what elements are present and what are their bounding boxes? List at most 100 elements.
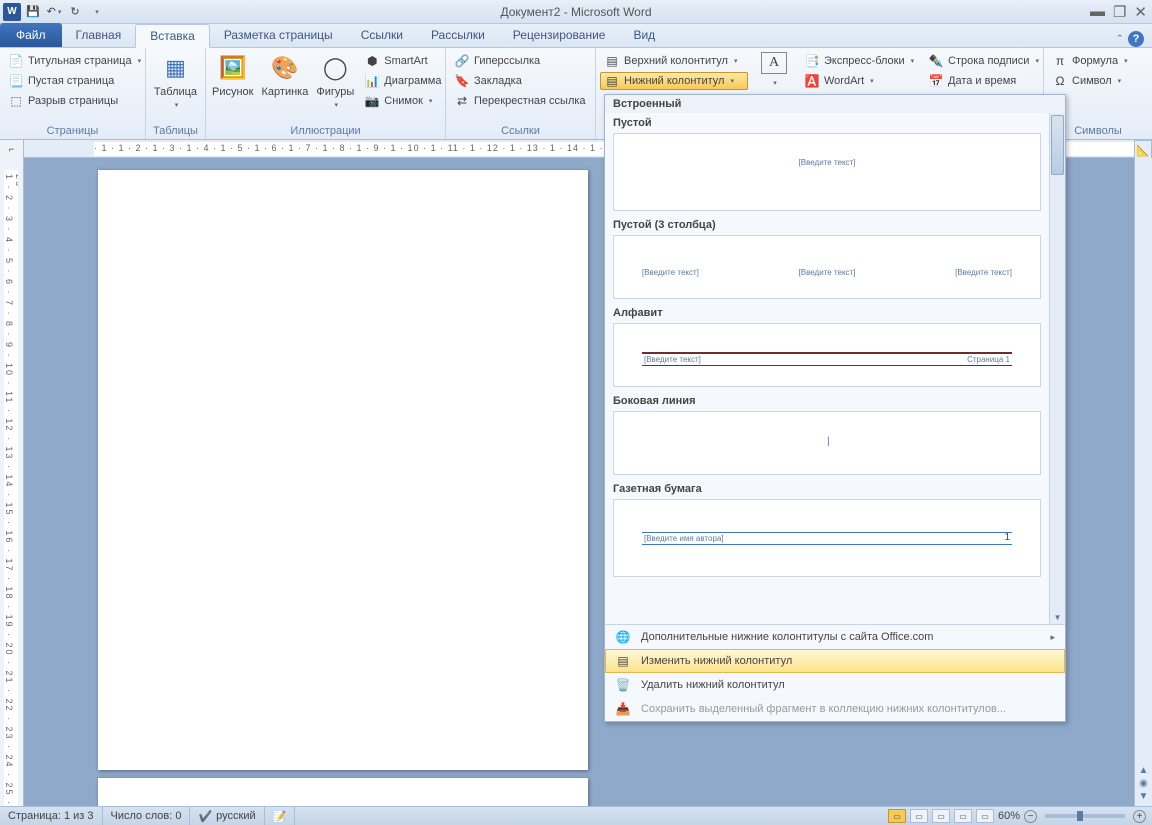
header-icon: ▤	[604, 53, 620, 69]
wordart-button[interactable]: 🅰️WordArt▾	[800, 72, 918, 90]
tab-view[interactable]: Вид	[619, 23, 669, 47]
screenshot-button[interactable]: 📷Снимок▾	[360, 92, 445, 110]
crossref-icon: ⇄	[454, 93, 470, 109]
title-bar: W 💾 ↶▾ ↻ ▾ Документ2 - Microsoft Word ▬ …	[0, 0, 1152, 24]
tab-home[interactable]: Главная	[62, 23, 136, 47]
view-draft[interactable]: ▭	[976, 809, 994, 823]
blank-page-icon: 📃	[8, 73, 24, 89]
next-page-icon[interactable]: ▼	[1139, 791, 1149, 802]
prev-page-icon[interactable]: ▲	[1139, 765, 1149, 776]
hyperlink-button[interactable]: 🔗Гиперссылка	[450, 52, 590, 70]
status-page[interactable]: Страница: 1 из 3	[0, 807, 103, 825]
gallery-item-empty[interactable]: Пустой [Введите текст]	[605, 113, 1049, 215]
footer-icon: ▤	[604, 73, 620, 89]
page-break-button[interactable]: ⬚Разрыв страницы	[4, 92, 145, 110]
textbox-icon: A	[761, 52, 787, 74]
picture-button[interactable]: 🖼️ Рисунок	[210, 50, 256, 100]
tab-file[interactable]: Файл	[0, 23, 62, 47]
smartart-icon: ⬢	[364, 53, 380, 69]
spellcheck-icon: ✔️	[198, 810, 212, 823]
gallery-edit-footer[interactable]: ▤ Изменить нижний колонтитул	[605, 649, 1065, 673]
chevron-right-icon: ▸	[1050, 632, 1055, 643]
smartart-button[interactable]: ⬢SmartArt	[360, 52, 445, 70]
chart-icon: 📊	[364, 73, 380, 89]
tab-layout[interactable]: Разметка страницы	[210, 23, 347, 47]
clipart-button[interactable]: 🎨 Картинка	[260, 50, 311, 100]
zoom-level[interactable]: 60%	[998, 810, 1020, 822]
status-track-changes[interactable]: 📝	[265, 807, 296, 825]
break-icon: ⬚	[8, 93, 24, 109]
bookmark-icon: 🔖	[454, 73, 470, 89]
save-selection-icon: 📥	[615, 701, 631, 717]
symbol-button[interactable]: ΩСимвол▾	[1048, 72, 1132, 90]
insert-mode-icon: 📝	[273, 810, 287, 823]
gallery-remove-footer[interactable]: 🗑️ Удалить нижний колонтитул	[605, 673, 1065, 697]
gallery-more-office[interactable]: 🌐 Дополнительные нижние колонтитулы с са…	[605, 625, 1065, 649]
textbox-button[interactable]: A ▾	[756, 50, 792, 90]
equation-button[interactable]: πФормула▾	[1048, 52, 1132, 70]
restore-icon[interactable]: ❐	[1113, 3, 1126, 21]
zoom-slider[interactable]	[1045, 814, 1125, 818]
page-icon: 📄	[8, 53, 24, 69]
chart-button[interactable]: 📊Диаграмма	[360, 72, 445, 90]
header-button[interactable]: ▤Верхний колонтитул▾	[600, 52, 748, 70]
view-fullscreen[interactable]: ▭	[910, 809, 928, 823]
document-page[interactable]	[98, 170, 588, 770]
quickparts-button[interactable]: 📑Экспресс-блоки▾	[800, 52, 918, 70]
gallery-item-newsprint[interactable]: Газетная бумага [Введите имя автора] 1	[605, 479, 1049, 581]
gallery-scrollbar[interactable]: ▼	[1049, 113, 1065, 624]
ruler-corner[interactable]: ⌐	[0, 140, 24, 158]
vertical-ruler[interactable]: 1 · 2 · 3 · 4 · 5 · 6 · 7 · 8 · 9 · 10 ·…	[0, 158, 24, 806]
minimize-icon[interactable]: ▬	[1090, 3, 1105, 20]
gallery-item-sideline[interactable]: Боковая линия |	[605, 391, 1049, 479]
gallery-item-alpha[interactable]: Алфавит [Введите текст] Страница 1	[605, 303, 1049, 391]
wordart-icon: 🅰️	[804, 73, 820, 89]
status-bar: Страница: 1 из 3 Число слов: 0 ✔️русский…	[0, 806, 1152, 825]
ribbon-tabs: Файл Главная Вставка Разметка страницы С…	[0, 24, 1152, 48]
view-web[interactable]: ▭	[932, 809, 950, 823]
cover-page-button[interactable]: 📄Титульная страница▾	[4, 52, 145, 70]
zoom-in-button[interactable]: +	[1133, 810, 1146, 823]
datetime-icon: 📅	[928, 73, 944, 89]
tab-references[interactable]: Ссылки	[347, 23, 417, 47]
tab-review[interactable]: Рецензирование	[499, 23, 620, 47]
screenshot-icon: 📷	[364, 93, 380, 109]
equation-icon: π	[1052, 53, 1068, 69]
shapes-icon: ◯	[319, 52, 351, 84]
gallery-group-header: Встроенный	[605, 95, 1065, 113]
footer-gallery: Встроенный Пустой [Введите текст] Пустой…	[604, 94, 1066, 722]
signature-button[interactable]: ✒️Строка подписи▾	[924, 52, 1043, 70]
group-illustrations-label: Иллюстрации	[210, 124, 441, 139]
tab-mailings[interactable]: Рассылки	[417, 23, 499, 47]
remove-footer-icon: 🗑️	[615, 677, 631, 693]
group-links-label: Ссылки	[450, 124, 591, 139]
collapse-ribbon-icon[interactable]: ˆ	[1118, 32, 1122, 47]
help-icon[interactable]: ?	[1128, 31, 1144, 47]
tab-insert[interactable]: Вставка	[135, 24, 210, 48]
view-outline[interactable]: ▭	[954, 809, 972, 823]
status-words[interactable]: Число слов: 0	[103, 807, 191, 825]
table-button[interactable]: ▦ Таблица▾	[150, 50, 201, 112]
ruler-toggle-icon[interactable]: 📐	[1134, 140, 1152, 160]
crossref-button[interactable]: ⇄Перекрестная ссылка	[450, 92, 590, 110]
gallery-item-empty3[interactable]: Пустой (3 столбца) [Введите текст] [Введ…	[605, 215, 1049, 303]
window-title: Документ2 - Microsoft Word	[0, 5, 1152, 19]
picture-icon: 🖼️	[217, 52, 249, 84]
document-page[interactable]	[98, 778, 588, 806]
symbol-icon: Ω	[1052, 73, 1068, 89]
shapes-button[interactable]: ◯ Фигуры▾	[314, 50, 356, 112]
gallery-save-selection: 📥 Сохранить выделенный фрагмент в коллек…	[605, 697, 1065, 721]
clipart-icon: 🎨	[269, 52, 301, 84]
browse-object-icon[interactable]: ◉	[1139, 778, 1148, 789]
datetime-button[interactable]: 📅Дата и время	[924, 72, 1043, 90]
zoom-out-button[interactable]: −	[1024, 810, 1037, 823]
blank-page-button[interactable]: 📃Пустая страница	[4, 72, 145, 90]
table-icon: ▦	[160, 52, 192, 84]
view-print-layout[interactable]: ▭	[888, 809, 906, 823]
vertical-scrollbar[interactable]: ▲ ◉ ▼	[1134, 158, 1152, 806]
close-icon[interactable]: ✕	[1134, 3, 1147, 21]
bookmark-button[interactable]: 🔖Закладка	[450, 72, 590, 90]
group-pages-label: Страницы	[4, 124, 141, 139]
footer-button[interactable]: ▤Нижний колонтитул▾	[600, 72, 748, 90]
status-lang[interactable]: ✔️русский	[190, 807, 264, 825]
